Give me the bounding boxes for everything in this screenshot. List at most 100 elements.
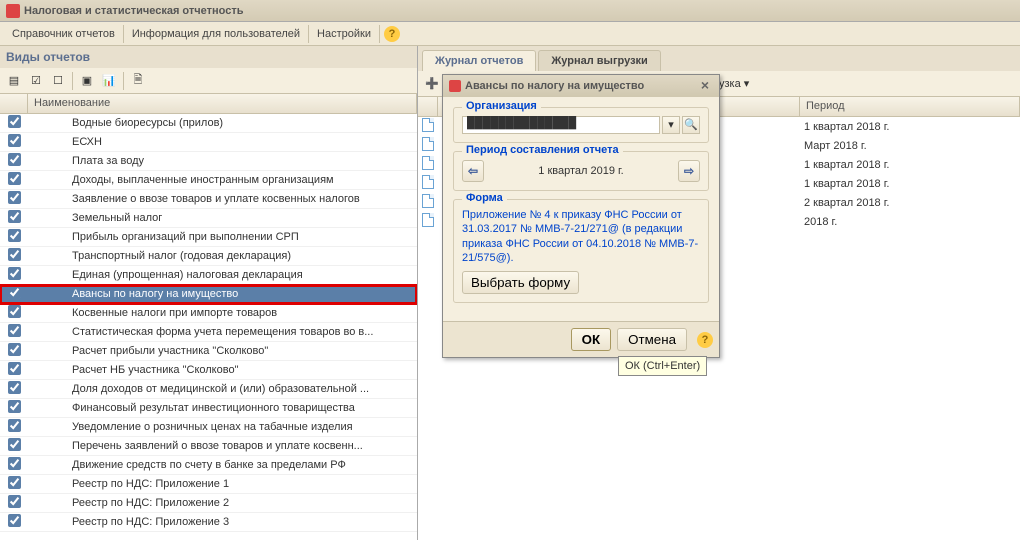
document-icon: [422, 118, 434, 132]
right-pane: Журнал отчетов Журнал выгрузки ➕ ✎ ✖ ⧉ ↻…: [418, 46, 1020, 540]
row-checkbox[interactable]: [8, 362, 21, 375]
row-checkbox[interactable]: [8, 343, 21, 356]
row-label: Реестр по НДС: Приложение 1: [28, 478, 417, 490]
help-icon[interactable]: ?: [697, 332, 713, 348]
ok-button[interactable]: ОК: [571, 328, 612, 351]
report-type-row[interactable]: Уведомление о розничных ценах на табачны…: [0, 418, 417, 437]
help-icon[interactable]: ?: [384, 26, 400, 42]
row-checkbox[interactable]: [8, 210, 21, 223]
prev-period-button[interactable]: ⇦: [462, 160, 484, 182]
add-icon[interactable]: ➕: [422, 74, 442, 94]
new-report-icon[interactable]: 🗎: [128, 71, 148, 91]
report-type-row[interactable]: Косвенные налоги при импорте товаров: [0, 304, 417, 323]
report-type-row[interactable]: Движение средств по счету в банке за пре…: [0, 456, 417, 475]
report-type-row[interactable]: Доходы, выплаченные иностранным организа…: [0, 171, 417, 190]
form-legend: Форма: [462, 192, 507, 204]
row-label: Заявление о ввозе товаров и уплате косве…: [28, 193, 417, 205]
row-label: Расчет прибыли участника "Сколково": [28, 345, 417, 357]
document-icon: [422, 194, 434, 208]
row-checkbox[interactable]: [8, 153, 21, 166]
org-input[interactable]: ██████████████: [462, 116, 660, 134]
report-type-row[interactable]: Прибыль организаций при выполнении СРП: [0, 228, 417, 247]
next-period-button[interactable]: ⇨: [678, 160, 700, 182]
report-type-row[interactable]: Доля доходов от медицинской и (или) обра…: [0, 380, 417, 399]
row-checkbox[interactable]: [8, 172, 21, 185]
cancel-button[interactable]: Отмена: [617, 328, 687, 351]
fieldset-form: Форма Приложение № 4 к приказу ФНС Росси…: [453, 199, 709, 303]
document-icon: [422, 156, 434, 170]
uncheck-all-icon[interactable]: ☐: [48, 71, 68, 91]
row-checkbox[interactable]: [8, 229, 21, 242]
document-icon: [422, 213, 434, 227]
row-checkbox[interactable]: [8, 115, 21, 128]
col-name-header[interactable]: Наименование: [28, 94, 417, 113]
journal-period: 2018 г.: [800, 216, 1020, 228]
report-type-row[interactable]: Реестр по НДС: Приложение 2: [0, 494, 417, 513]
report-type-row[interactable]: Реестр по НДС: Приложение 1: [0, 475, 417, 494]
left-pane: Виды отчетов ▤ ☑ ☐ ▣ 📊 🗎 Наименование Во…: [0, 46, 418, 540]
check-all-icon[interactable]: ☑: [26, 71, 46, 91]
left-grid-body[interactable]: Водные биоресурсы (прилов) ЕСХН Плата за в…: [0, 114, 417, 540]
col-period[interactable]: Период: [800, 97, 1020, 116]
report-type-row[interactable]: Перечень заявлений о ввозе товаров и упл…: [0, 437, 417, 456]
left-toolbar: ▤ ☑ ☐ ▣ 📊 🗎: [0, 68, 417, 94]
report-type-row[interactable]: Расчет прибыли участника "Сколково": [0, 342, 417, 361]
row-checkbox[interactable]: [8, 324, 21, 337]
report-type-row[interactable]: Единая (упрощенная) налоговая декларация: [0, 266, 417, 285]
select-form-button[interactable]: Выбрать форму: [462, 271, 579, 294]
report-type-row[interactable]: Земельный налог: [0, 209, 417, 228]
row-label: Финансовый результат инвестиционного тов…: [28, 402, 417, 414]
row-checkbox[interactable]: [8, 438, 21, 451]
fieldset-period: Период составления отчета ⇦ 1 квартал 20…: [453, 151, 709, 191]
dropdown-icon[interactable]: ▾: [662, 116, 680, 134]
row-checkbox[interactable]: [8, 191, 21, 204]
window-title: Налоговая и статистическая отчетность: [24, 0, 243, 22]
report-type-row[interactable]: Расчет НБ участника "Сколково": [0, 361, 417, 380]
report-type-row[interactable]: Финансовый результат инвестиционного тов…: [0, 399, 417, 418]
row-checkbox[interactable]: [8, 305, 21, 318]
row-checkbox[interactable]: [8, 286, 21, 299]
row-checkbox[interactable]: [8, 134, 21, 147]
journal-period: 2 квартал 2018 г.: [800, 197, 1020, 209]
journal-period: 1 квартал 2018 г.: [800, 178, 1020, 190]
document-icon: [422, 175, 434, 189]
tab-journal-reports[interactable]: Журнал отчетов: [422, 50, 536, 71]
row-checkbox[interactable]: [8, 248, 21, 261]
row-label: Доходы, выплаченные иностранным организа…: [28, 174, 417, 186]
row-checkbox[interactable]: [8, 476, 21, 489]
row-label: Водные биоресурсы (прилов): [28, 117, 417, 129]
dialog-title-bar[interactable]: Авансы по налогу на имущество ×: [443, 75, 719, 97]
row-checkbox[interactable]: [8, 267, 21, 280]
row-checkbox[interactable]: [8, 400, 21, 413]
chart-icon[interactable]: 📊: [99, 71, 119, 91]
row-checkbox[interactable]: [8, 457, 21, 470]
collapse-icon[interactable]: ▣: [77, 71, 97, 91]
report-type-row[interactable]: Транспортный налог (годовая декларация): [0, 247, 417, 266]
expand-all-icon[interactable]: ▤: [4, 71, 24, 91]
report-type-row[interactable]: ЕСХН: [0, 133, 417, 152]
row-label: Прибыль организаций при выполнении СРП: [28, 231, 417, 243]
right-tabs: Журнал отчетов Журнал выгрузки: [418, 46, 1020, 71]
left-pane-title: Виды отчетов: [0, 46, 417, 68]
menu-settings[interactable]: Настройки: [309, 25, 380, 43]
row-checkbox[interactable]: [8, 419, 21, 432]
dialog-icon: [449, 80, 461, 92]
menu-spravochnik[interactable]: Справочник отчетов: [4, 25, 124, 43]
report-type-row[interactable]: Водные биоресурсы (прилов): [0, 114, 417, 133]
menu-info[interactable]: Информация для пользователей: [124, 25, 309, 43]
journal-period: 1 квартал 2018 г.: [800, 159, 1020, 171]
row-label: ЕСХН: [28, 136, 417, 148]
close-icon[interactable]: ×: [697, 78, 713, 94]
tab-journal-export[interactable]: Журнал выгрузки: [538, 50, 660, 71]
tooltip: ОК (Ctrl+Enter): [618, 356, 707, 376]
search-icon[interactable]: 🔍: [682, 116, 700, 134]
row-checkbox[interactable]: [8, 495, 21, 508]
report-type-row[interactable]: Реестр по НДС: Приложение 3: [0, 513, 417, 532]
journal-period: Март 2018 г.: [800, 140, 1020, 152]
report-type-row[interactable]: Статистическая форма учета перемещения т…: [0, 323, 417, 342]
report-type-row[interactable]: Авансы по налогу на имущество: [0, 285, 417, 304]
report-type-row[interactable]: Плата за воду: [0, 152, 417, 171]
report-type-row[interactable]: Заявление о ввозе товаров и уплате косве…: [0, 190, 417, 209]
row-checkbox[interactable]: [8, 381, 21, 394]
row-checkbox[interactable]: [8, 514, 21, 527]
